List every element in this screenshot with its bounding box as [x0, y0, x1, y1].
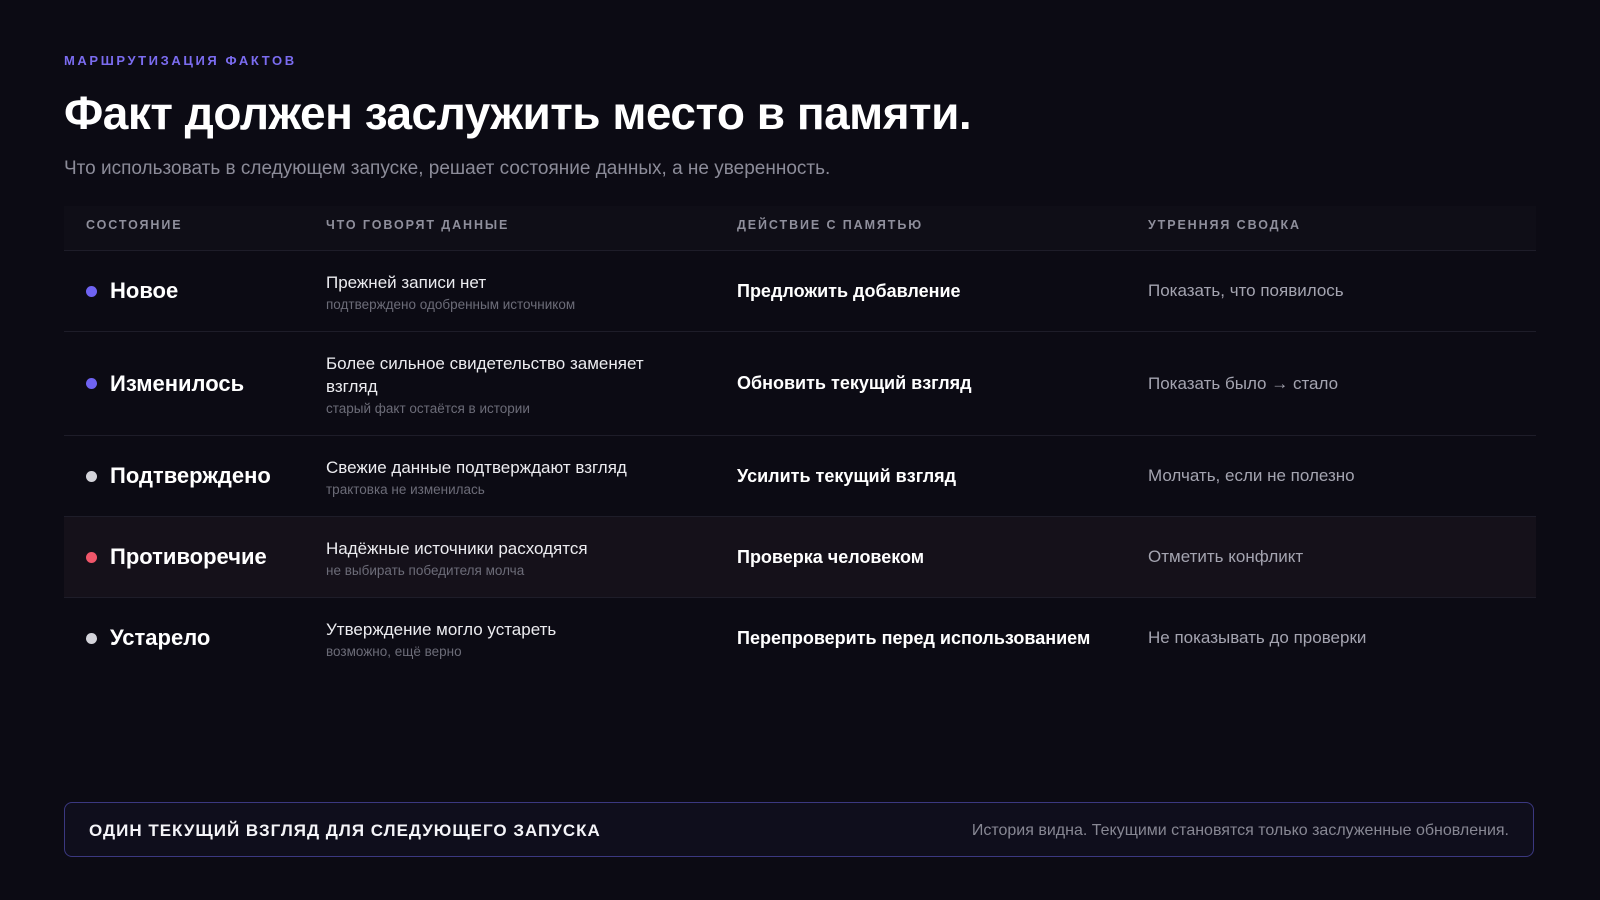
- memory-action: Проверка человеком: [737, 546, 925, 567]
- state-label: Изменилось: [110, 370, 245, 396]
- state-cell: Противоречие: [86, 517, 267, 597]
- data-note: старый факт остаётся в истории: [326, 400, 530, 416]
- data-note: возможно, ещё верно: [326, 643, 462, 659]
- status-dot: [86, 632, 97, 644]
- action-cell: Проверка человеком: [737, 517, 924, 597]
- state-cell: Новое: [86, 251, 178, 331]
- data-note: подтверждено одобренным источником: [326, 296, 576, 312]
- memory-action: Перепроверить перед использованием: [737, 627, 1091, 648]
- morning-brief: Показать было → стало: [1148, 373, 1339, 393]
- data-cell: Надёжные источники расходятся не выбират…: [326, 517, 676, 597]
- data-note: трактовка не изменилась: [326, 481, 485, 497]
- action-cell: Перепроверить перед использованием: [737, 598, 1090, 678]
- data-cell: Утверждение могло устареть возможно, ещё…: [326, 598, 676, 678]
- page-subtitle: Что использовать в следующем запуске, ре…: [64, 158, 831, 179]
- status-dot: [86, 378, 97, 389]
- morning-brief: Отметить конфликт: [1148, 547, 1304, 566]
- action-cell: Обновить текущий взгляд: [737, 332, 972, 435]
- data-summary: Надёжные источники расходятся: [326, 538, 588, 558]
- state-cell: Изменилось: [86, 332, 244, 435]
- status-dot: [86, 470, 97, 482]
- data-summary: Утверждение могло устареть: [326, 619, 557, 639]
- column-header-brief: УТРЕННЯЯ СВОДКА: [1148, 218, 1301, 232]
- memory-action: Обновить текущий взгляд: [737, 373, 972, 393]
- column-header-state: СОСТОЯНИЕ: [86, 218, 183, 232]
- memory-action: Усилить текущий взгляд: [737, 465, 957, 486]
- table-row: Подтверждено Свежие данные подтверждают …: [64, 436, 1536, 517]
- action-cell: Предложить добавление: [737, 251, 961, 331]
- column-header-action: ДЕЙСТВИЕ С ПАМЯТЬЮ: [737, 218, 924, 232]
- page-title: Факт должен заслужить место в памяти.: [64, 87, 972, 139]
- footer-note: История видна. Текущими становятся тольк…: [971, 822, 1509, 839]
- morning-brief: Показать, что появилось: [1148, 281, 1344, 300]
- state-label: Противоречие: [110, 544, 267, 569]
- state-cell: Устарело: [86, 598, 210, 678]
- brief-cell: Показать было → стало: [1148, 332, 1338, 435]
- brief-cell: Отметить конфликт: [1148, 517, 1303, 597]
- memory-action: Предложить добавление: [737, 280, 961, 301]
- column-header-data: ЧТО ГОВОРЯТ ДАННЫЕ: [326, 218, 510, 232]
- eyebrow-label: МАРШРУТИЗАЦИЯ ФАКТОВ: [64, 53, 297, 68]
- status-dot: [86, 551, 97, 563]
- data-cell: Свежие данные подтверждают взгляд тракто…: [326, 436, 676, 516]
- data-cell: Прежней записи нет подтверждено одобренн…: [326, 251, 676, 331]
- data-summary: Свежие данные подтверждают взгляд: [326, 457, 627, 477]
- status-dot: [86, 285, 97, 297]
- state-label: Подтверждено: [110, 463, 271, 488]
- table-row: Новое Прежней записи нет подтверждено од…: [64, 251, 1536, 332]
- brief-cell: Не показывать до проверки: [1148, 598, 1366, 678]
- table-row: Изменилось Более сильное свидетельство з…: [64, 332, 1536, 436]
- footer-title: ОДИН ТЕКУЩИЙ ВЗГЛЯД ДЛЯ СЛЕДУЮЩЕГО ЗАПУС…: [89, 821, 601, 840]
- brief-cell: Молчать, если не полезно: [1148, 436, 1355, 516]
- data-summary: Прежней записи нет: [326, 272, 487, 292]
- action-cell: Усилить текущий взгляд: [737, 436, 956, 516]
- footer-banner: ОДИН ТЕКУЩИЙ ВЗГЛЯД ДЛЯ СЛЕДУЮЩЕГО ЗАПУС…: [64, 802, 1534, 857]
- state-cell: Подтверждено: [86, 436, 271, 516]
- slide: МАРШРУТИЗАЦИЯ ФАКТОВ Факт должен заслужи…: [64, 0, 1536, 900]
- brief-cell: Показать, что появилось: [1148, 251, 1344, 331]
- morning-brief: Не показывать до проверки: [1148, 628, 1367, 647]
- data-summary: Более сильное свидетельство заменяет взг…: [326, 353, 644, 396]
- morning-brief: Молчать, если не полезно: [1148, 466, 1355, 485]
- data-cell: Более сильное свидетельство заменяет взг…: [326, 332, 676, 435]
- table-header: СОСТОЯНИЕ ЧТО ГОВОРЯТ ДАННЫЕ ДЕЙСТВИЕ С …: [64, 206, 1536, 251]
- state-label: Устарело: [110, 625, 211, 650]
- state-label: Новое: [110, 278, 179, 303]
- routing-table: СОСТОЯНИЕ ЧТО ГОВОРЯТ ДАННЫЕ ДЕЙСТВИЕ С …: [64, 206, 1536, 678]
- data-note: не выбирать победителя молча: [326, 562, 525, 578]
- table-row: Противоречие Надёжные источники расходят…: [64, 517, 1536, 598]
- table-row: Устарело Утверждение могло устареть возм…: [64, 598, 1536, 678]
